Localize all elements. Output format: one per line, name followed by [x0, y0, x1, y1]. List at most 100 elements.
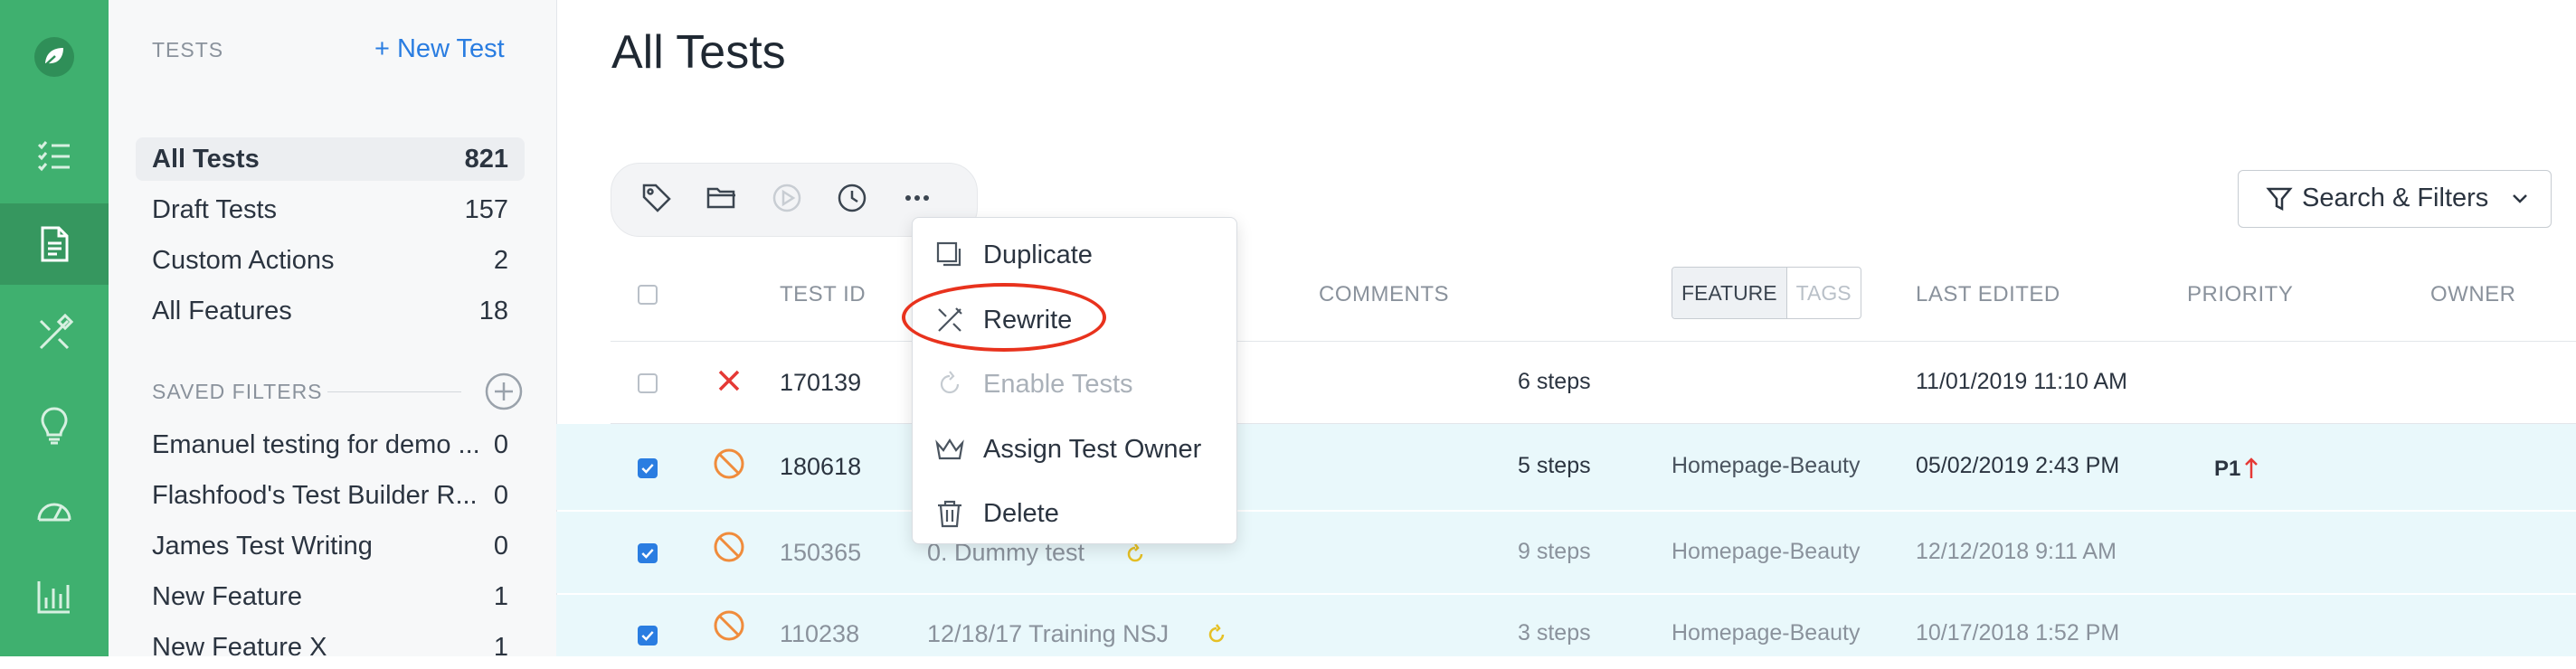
disabled-icon [714, 610, 744, 641]
document-icon[interactable] [0, 203, 109, 285]
tag-icon[interactable] [640, 182, 673, 214]
tags-toggle[interactable]: TAGS [1787, 268, 1861, 318]
steps-count: 6 steps [1518, 369, 1591, 394]
sidebar-item-label: All Tests [152, 144, 260, 174]
more-icon[interactable] [901, 182, 933, 214]
chevron-down-icon [2513, 194, 2527, 203]
saved-filter-label: James Test Writing [152, 531, 373, 561]
trash-icon [938, 500, 961, 528]
saved-filter-item[interactable]: New Feature X 1 [136, 626, 525, 669]
bar-chart-icon[interactable] [0, 556, 109, 637]
sidebar-item-count: 157 [464, 194, 508, 224]
checklist-icon[interactable] [0, 116, 109, 197]
clock-icon[interactable] [836, 182, 868, 214]
feature-name[interactable]: Homepage-Beauty [1672, 453, 1860, 479]
row-checkbox[interactable] [638, 458, 658, 478]
sidebar-item-count: 821 [464, 144, 508, 174]
refresh-icon [1127, 543, 1143, 562]
test-name[interactable]: 12/18/17 Training NSJ [927, 620, 1169, 648]
row-checkbox[interactable] [638, 626, 658, 645]
column-header-last-edited[interactable]: LAST EDITED [1916, 282, 2060, 307]
gauge-icon[interactable] [0, 470, 109, 551]
column-header-comments[interactable]: COMMENTS [1319, 282, 1449, 307]
menu-item-enable-tests: Enable Tests [913, 353, 1235, 416]
saved-filter-label: New Feature [152, 581, 303, 611]
last-edited: 12/12/2018 9:11 AM [1916, 539, 2117, 564]
sidebar-item-count: 18 [478, 296, 508, 325]
sidebar-item-all-tests[interactable]: All Tests 821 [136, 137, 525, 181]
divider [327, 391, 461, 392]
saved-filters-caption: SAVED FILTERS [152, 380, 323, 403]
lightbulb-icon[interactable] [0, 384, 109, 466]
row-checkbox[interactable] [638, 373, 658, 393]
test-id: 150365 [780, 539, 862, 566]
steps-count: 3 steps [1518, 620, 1591, 645]
sidebar-item-all-features[interactable]: All Features 18 [136, 289, 525, 333]
sidebar-item-draft-tests[interactable]: Draft Tests 157 [136, 188, 525, 231]
feature-tags-toggle: FEATURE TAGS [1672, 267, 1861, 319]
priority-badge[interactable]: P1 [2214, 457, 2240, 482]
add-filter-icon[interactable] [485, 372, 523, 410]
enable-icon [940, 371, 960, 394]
saved-filter-count: 1 [493, 581, 508, 611]
last-edited: 10/17/2018 1:52 PM [1916, 620, 2120, 645]
annotation-circle [902, 283, 1106, 352]
saved-filter-count: 0 [493, 480, 508, 510]
sidebar-item-label: Custom Actions [152, 245, 335, 275]
saved-filter-item[interactable]: New Feature 1 [136, 575, 525, 618]
row-checkbox[interactable] [638, 543, 658, 563]
more-actions-menu: Duplicate Rewrite Enable Tests Assign Te… [912, 217, 1237, 544]
saved-filter-item[interactable]: James Test Writing 0 [136, 524, 525, 568]
column-header-priority[interactable]: PRIORITY [2187, 282, 2293, 307]
test-id: 170139 [780, 369, 862, 396]
tools-icon[interactable] [0, 294, 109, 375]
saved-filter-item[interactable]: Emanuel testing for demo ... 0 [136, 423, 525, 466]
sidebar-caption: TESTS [152, 38, 224, 61]
refresh-icon [1208, 624, 1225, 643]
test-id: 110238 [780, 620, 860, 647]
search-filters-button[interactable]: Search & Filters [2238, 170, 2552, 228]
page-title: All Tests [611, 26, 786, 79]
sidebar-item-label: All Features [152, 296, 292, 325]
column-header-owner[interactable]: OWNER [2430, 282, 2516, 307]
menu-item-label: Delete [983, 498, 1059, 528]
sidebar-item-label: Draft Tests [152, 194, 278, 224]
app-nav-rail [0, 0, 109, 656]
saved-filter-item[interactable]: Flashfood's Test Builder R... 0 [136, 474, 525, 517]
tests-sidebar: TESTS + New Test All Tests 821 Draft Tes… [109, 0, 557, 662]
last-edited: 11/01/2019 11:10 AM [1916, 369, 2127, 394]
feature-toggle[interactable]: FEATURE [1672, 268, 1787, 318]
table-row[interactable]: 180618 5 steps Homepage-Beauty 05/02/201… [556, 424, 2576, 510]
main-content: All Tests Search & Filters TEST ID COMME… [556, 0, 2576, 656]
menu-item-duplicate[interactable]: Duplicate [913, 223, 1235, 287]
feature-name[interactable]: Homepage-Beauty [1672, 539, 1860, 565]
select-all-checkbox[interactable] [638, 285, 658, 305]
search-filters-label: Search & Filters [2302, 184, 2489, 212]
folder-icon[interactable] [706, 182, 738, 214]
column-header-test-id[interactable]: TEST ID [780, 282, 866, 307]
saved-filter-count: 1 [493, 632, 508, 662]
menu-item-delete[interactable]: Delete [913, 482, 1235, 545]
table-row[interactable]: 170139 6 steps 11/01/2019 11:10 AM [556, 342, 2576, 423]
play-icon [771, 182, 803, 214]
saved-filter-count: 0 [493, 429, 508, 459]
last-edited: 05/02/2019 2:43 PM [1916, 453, 2120, 478]
menu-item-assign-owner[interactable]: Assign Test Owner [913, 418, 1235, 481]
disabled-icon [714, 448, 744, 479]
new-test-link[interactable]: + New Test [374, 34, 505, 64]
saved-filter-label: Flashfood's Test Builder R... [152, 480, 478, 510]
table-row[interactable]: 110238 12/18/17 Training NSJ 3 steps Hom… [556, 595, 2576, 656]
leaf-logo-icon[interactable] [0, 16, 109, 98]
disabled-icon [714, 532, 744, 562]
test-id: 180618 [780, 453, 862, 480]
feature-name[interactable]: Homepage-Beauty [1672, 620, 1860, 646]
filter-icon [2266, 187, 2293, 212]
steps-count: 5 steps [1518, 453, 1591, 478]
saved-filter-count: 0 [493, 531, 508, 561]
steps-count: 9 steps [1518, 539, 1591, 564]
menu-item-label: Assign Test Owner [983, 434, 1202, 464]
sidebar-item-custom-actions[interactable]: Custom Actions 2 [136, 239, 525, 282]
sidebar-item-count: 2 [493, 245, 508, 275]
crown-icon [935, 438, 964, 460]
table-row[interactable]: 150365 0. Dummy test 9 steps Homepage-Be… [556, 512, 2576, 593]
